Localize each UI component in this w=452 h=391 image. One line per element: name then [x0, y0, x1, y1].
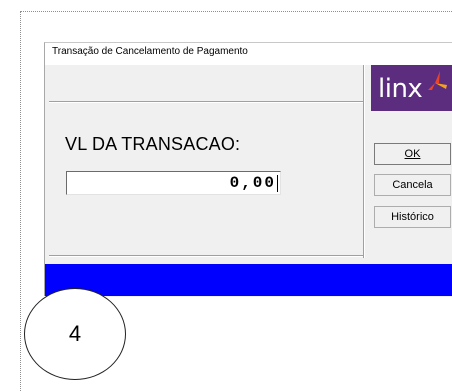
cancel-button-label: Cancela	[392, 179, 433, 191]
ok-button-label: OK	[404, 148, 421, 160]
dialog-title: Transação de Cancelamento de Pagamento	[52, 46, 248, 57]
transaction-value-text: 0,00	[229, 174, 276, 192]
history-button[interactable]: Histórico	[374, 206, 451, 228]
step-number: 4	[68, 321, 82, 346]
cancel-payment-dialog: Transação de Cancelamento de Pagamento V…	[44, 42, 452, 297]
history-button-label: Histórico	[391, 211, 434, 223]
transaction-value-label: VL DA TRANSACAO:	[65, 134, 241, 154]
text-caret	[277, 175, 278, 192]
transaction-value-field[interactable]: 0,00	[66, 171, 281, 195]
form-panel: VL DA TRANSACAO: 0,00	[45, 65, 363, 258]
bottom-separator	[49, 255, 363, 257]
dialog-client-area: VL DA TRANSACAO: 0,00 linx OK Cancela Hi…	[45, 65, 452, 297]
vertical-separator	[363, 65, 365, 258]
linx-x-mark-icon	[428, 71, 447, 90]
top-separator	[49, 101, 363, 103]
linx-logo-text: linx	[378, 74, 423, 104]
button-panel: linx OK Cancela Histórico	[367, 65, 452, 258]
cancel-button[interactable]: Cancela	[374, 174, 451, 196]
ok-button[interactable]: OK	[374, 143, 451, 165]
step-number-badge: 4	[24, 288, 126, 380]
linx-logo: linx	[371, 65, 452, 111]
